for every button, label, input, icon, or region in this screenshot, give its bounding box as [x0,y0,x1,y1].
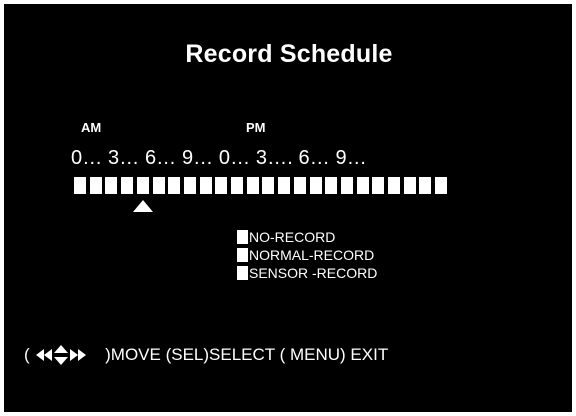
help-open-paren: ( [24,344,30,364]
arrow-up-down-icon [54,344,69,365]
pm-label: PM [246,120,266,135]
schedule-slot[interactable] [137,177,149,194]
help-text: )MOVE (SEL)SELECT ( MENU) EXIT [105,344,389,364]
arrow-left-icon [36,348,53,361]
am-label: AM [81,120,102,135]
schedule-slot[interactable] [388,177,400,194]
schedule-slot[interactable] [404,177,416,194]
sensor-record-swatch [237,266,248,280]
schedule-slot[interactable] [341,177,353,194]
schedule-slot[interactable] [372,177,384,194]
schedule-slot[interactable] [184,177,196,194]
schedule-slot[interactable] [278,177,290,194]
normal-record-swatch [237,248,248,262]
osd-screen: Record Schedule AM PM 0… 3… 6… 9… 0… 3….… [3,3,573,413]
schedule-slot[interactable] [357,177,369,194]
nav-arrows [34,343,100,367]
schedule-slot[interactable] [168,177,180,194]
schedule-slot[interactable] [247,177,259,194]
schedule-slot[interactable] [215,177,227,194]
no-record-swatch [237,230,248,244]
legend-label: SENSOR -RECORD [249,265,378,281]
schedule-slot[interactable] [325,177,337,194]
schedule-slot[interactable] [153,177,165,194]
schedule-slot[interactable] [419,177,431,194]
schedule-slot[interactable] [200,177,212,194]
page-title: Record Schedule [185,40,393,68]
schedule-slot[interactable] [105,177,117,194]
schedule-slot[interactable] [310,177,322,194]
schedule-slot[interactable] [262,177,274,194]
arrow-right-icon [70,348,87,361]
schedule-slot[interactable] [294,177,306,194]
schedule-slot[interactable] [90,177,102,194]
schedule-slot[interactable] [435,177,447,194]
schedule-slot[interactable] [121,177,133,194]
slot-cursor-icon [133,200,153,212]
schedule-slot[interactable] [74,177,86,194]
legend-label: NORMAL-RECORD [249,247,375,263]
hour-scale: 0… 3… 6… 9… 0… 3…. 6… 9… [71,147,367,169]
schedule-slot[interactable] [231,177,243,194]
help-bar: ( )MOVE (SEL)SELECT ( MENU) EXIT [24,342,388,366]
legend-label: NO-RECORD [249,229,336,245]
